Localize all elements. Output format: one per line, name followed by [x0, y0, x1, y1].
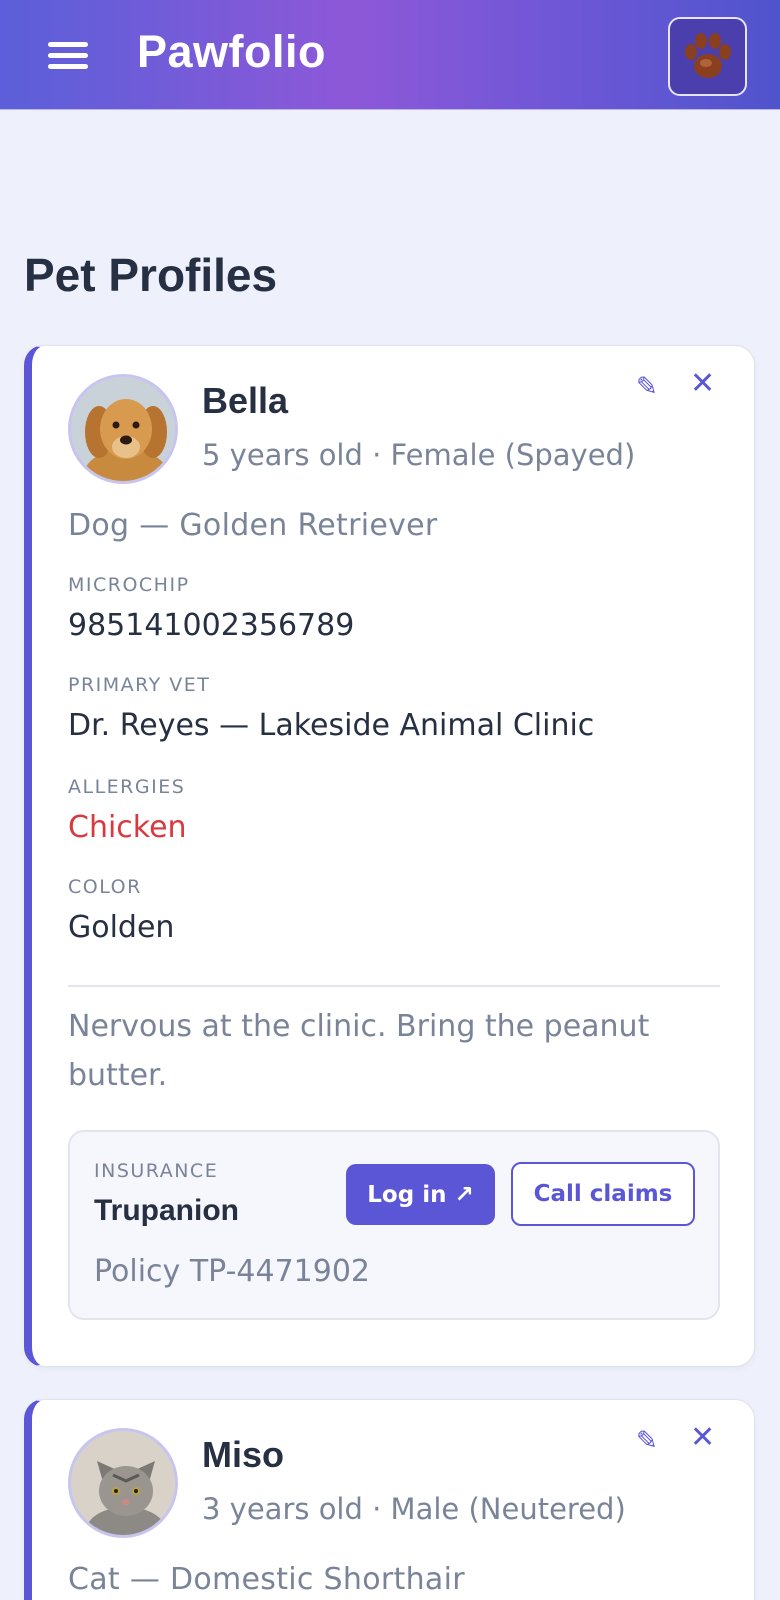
- app-header: Pawfolio: [0, 0, 780, 110]
- allergies-value: Chicken: [68, 810, 187, 845]
- close-icon[interactable]: ✕: [690, 366, 715, 401]
- allergies-label: ALLERGIES: [68, 776, 186, 798]
- edit-icon[interactable]: ✎: [636, 1426, 658, 1456]
- color-value: Golden: [68, 910, 175, 945]
- primary-vet-value: Dr. Reyes — Lakeside Animal Clinic: [68, 708, 595, 743]
- pet-species: Cat — Domestic Shorthair: [68, 1562, 465, 1597]
- app-title: Pawfolio: [137, 26, 327, 77]
- primary-vet-label: PRIMARY VET: [68, 674, 211, 696]
- insurance-provider: Trupanion: [94, 1194, 239, 1227]
- pet-card-miso: Miso 3 years old · Male (Neutered) ✎ ✕ C…: [24, 1399, 755, 1600]
- insurance-policy: Policy TP-4471902: [94, 1254, 371, 1289]
- pet-card-bella: Bella 5 years old · Female (Spayed) ✎ ✕ …: [24, 345, 755, 1367]
- golden-retriever-icon: [71, 377, 175, 481]
- edit-icon[interactable]: ✎: [636, 372, 658, 402]
- tabby-cat-icon: [71, 1431, 175, 1535]
- pet-avatar: [68, 1428, 178, 1538]
- pet-species: Dog — Golden Retriever: [68, 508, 438, 543]
- paw-icon[interactable]: [668, 17, 747, 96]
- insurance-login-button[interactable]: Log in ↗: [346, 1164, 495, 1225]
- microchip-value: 985141002356789: [68, 608, 355, 643]
- call-claims-button[interactable]: Call claims: [511, 1162, 695, 1226]
- close-icon[interactable]: ✕: [690, 1420, 715, 1455]
- hamburger-icon[interactable]: [48, 40, 88, 72]
- microchip-label: MICROCHIP: [68, 574, 190, 596]
- pet-name: Bella: [202, 380, 289, 421]
- insurance-panel: INSURANCE Trupanion Policy TP-4471902 Lo…: [68, 1130, 720, 1320]
- pet-avatar: [68, 374, 178, 484]
- page-title: Pet Profiles: [24, 249, 278, 301]
- pet-name: Miso: [202, 1434, 285, 1475]
- divider: [68, 985, 720, 987]
- pet-meta: 5 years old · Female (Spayed): [202, 438, 636, 472]
- pet-note: Nervous at the clinic. Bring the peanut …: [68, 1009, 650, 1093]
- color-label: COLOR: [68, 876, 142, 898]
- pet-meta: 3 years old · Male (Neutered): [202, 1492, 626, 1526]
- insurance-label: INSURANCE: [94, 1160, 219, 1182]
